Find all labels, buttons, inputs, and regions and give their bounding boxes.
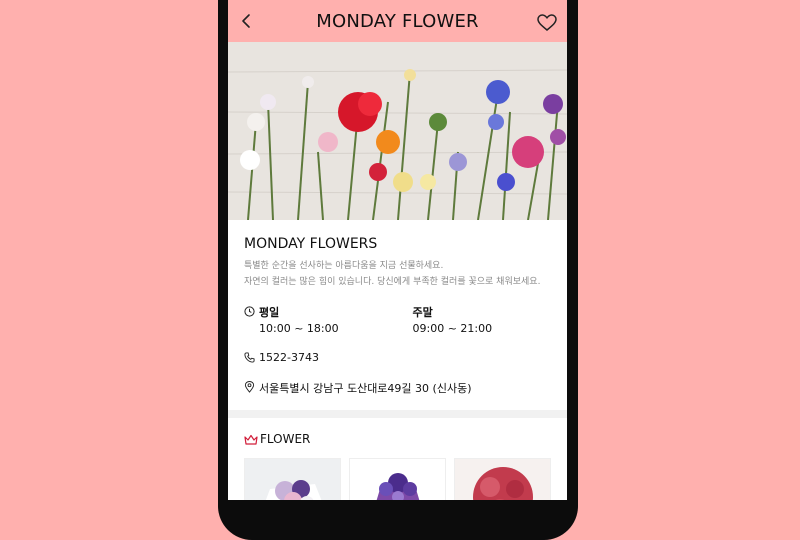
section-title-text: FLOWER: [260, 432, 311, 446]
business-hours: 평일 10:00 ~ 18:00 주말 09:00 ~ 21:00: [244, 304, 551, 335]
weekend-hours: 주말 09:00 ~ 21:00: [398, 304, 552, 335]
page-title: MONDAY FLOWER: [316, 11, 479, 32]
shop-info: MONDAY FLOWERS 특별한 순간을 선사하는 아름다움을 지금 선물하…: [228, 220, 567, 396]
product-list: [244, 458, 551, 500]
address-row[interactable]: 서울특별시 강남구 도산대로49길 30 (신사동): [244, 380, 551, 396]
app-screen: MONDAY FLOWER MONDAY FLOWERS 특별한 순간을 선사하…: [228, 0, 567, 500]
description-line: 특별한 순간을 선사하는 아름다움을 지금 선물하세요.: [244, 261, 444, 271]
section-divider: [228, 410, 567, 418]
weekday-label: 평일: [259, 306, 280, 319]
product-card[interactable]: [349, 458, 446, 500]
crown-icon: [244, 434, 258, 445]
product-card[interactable]: [244, 458, 341, 500]
product-card[interactable]: [454, 458, 551, 500]
weekend-label: 주말: [412, 306, 433, 319]
weekend-time: 09:00 ~ 21:00: [412, 322, 493, 335]
description-line: 자연의 컬러는 많은 힘이 있습니다. 당신에게 부족한 컬러를 꽃으로 채워보…: [244, 277, 541, 287]
clock-icon: [244, 306, 255, 317]
location-pin-icon: [244, 381, 255, 393]
weekday-time: 10:00 ~ 18:00: [259, 322, 339, 335]
shop-description: 특별한 순간을 선사하는 아름다움을 지금 선물하세요. 자연의 컬러는 많은 …: [244, 258, 551, 290]
phone-icon: [244, 352, 255, 363]
top-bar: MONDAY FLOWER: [228, 0, 567, 42]
weekday-hours: 평일 10:00 ~ 18:00: [244, 304, 398, 335]
address-text: 서울특별시 강남구 도산대로49길 30 (신사동): [259, 382, 472, 395]
section-title: FLOWER: [244, 432, 551, 446]
shop-name: MONDAY FLOWERS: [244, 236, 378, 252]
flower-section: FLOWER: [228, 418, 567, 500]
hero-flower-image: [228, 42, 567, 220]
phone-number: 1522-3743: [259, 351, 319, 364]
phone-row[interactable]: 1522-3743: [244, 351, 551, 364]
favorite-button[interactable]: [537, 14, 557, 32]
